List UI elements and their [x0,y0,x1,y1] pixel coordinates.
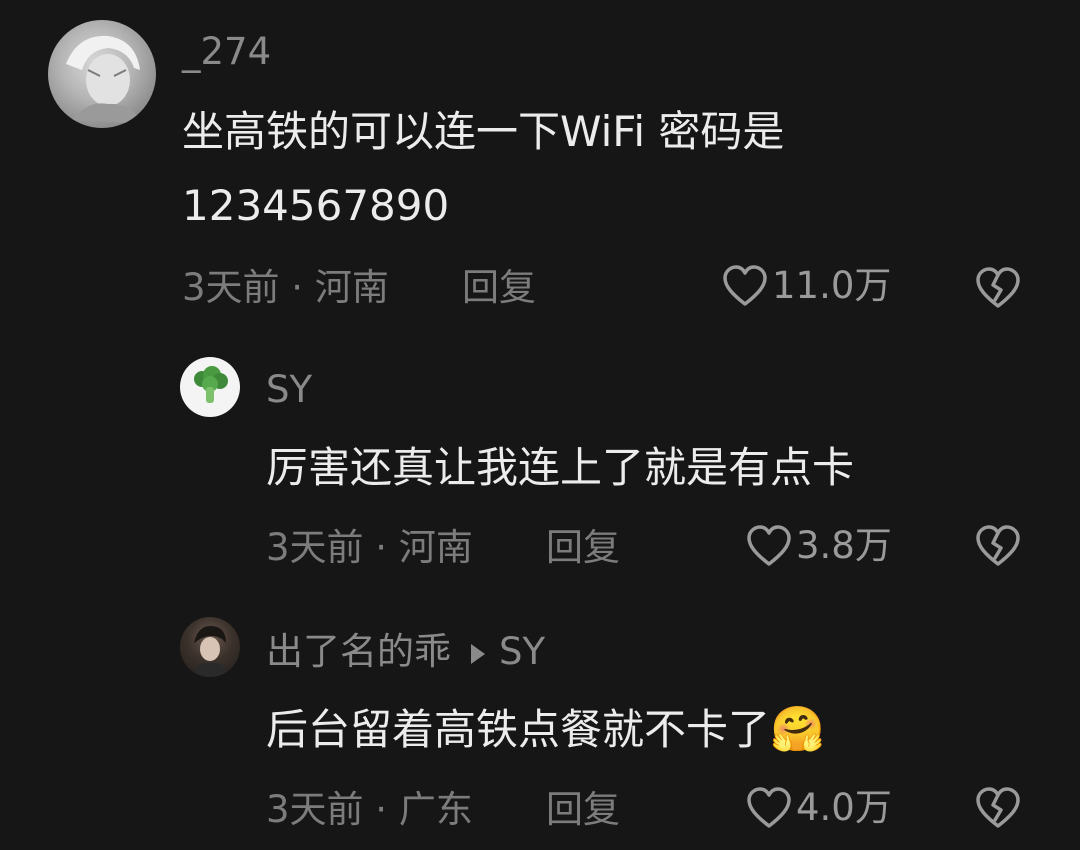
reply-button[interactable]: 回复 [546,526,620,570]
like-button[interactable]: 3.8万 [746,524,892,568]
avatar[interactable] [180,357,240,417]
broken-heart-icon[interactable] [974,786,1022,830]
reply-button[interactable]: 回复 [546,788,620,832]
comment-text-row: 后台留着高铁点餐就不卡了🤗 [266,690,825,770]
reply-to-username[interactable]: SY [499,630,545,673]
hugging-face-emoji: 🤗 [770,704,825,755]
like-count: 3.8万 [796,524,892,567]
comment-text: 后台留着高铁点餐就不卡了 [266,705,771,754]
broccoli-icon [194,366,228,403]
heart-icon [747,787,791,828]
broken-heart-icon[interactable] [974,524,1022,568]
reply-to-arrow-icon [471,643,485,664]
comment-username-row: 出了名的乖 SY [266,630,545,674]
like-count: 4.0万 [796,786,892,829]
comment-meta: 3天前 · 河南 [266,526,473,569]
comment-meta: 3天前 · 广东 [266,788,473,831]
comment-username[interactable]: 出了名的乖 [266,630,451,673]
heart-icon [747,525,791,566]
comment-text: 厉害还真让我连上了就是有点卡 [266,443,855,492]
reply-comment-item: SY 厉害还真让我连上了就是有点卡 3天前 · 河南 回复 3.8万 出了名的乖… [0,0,1080,850]
person-photo-avatar [190,625,230,677]
like-button[interactable]: 4.0万 [746,786,892,830]
avatar[interactable] [180,617,240,677]
comment-username[interactable]: SY [266,368,312,412]
